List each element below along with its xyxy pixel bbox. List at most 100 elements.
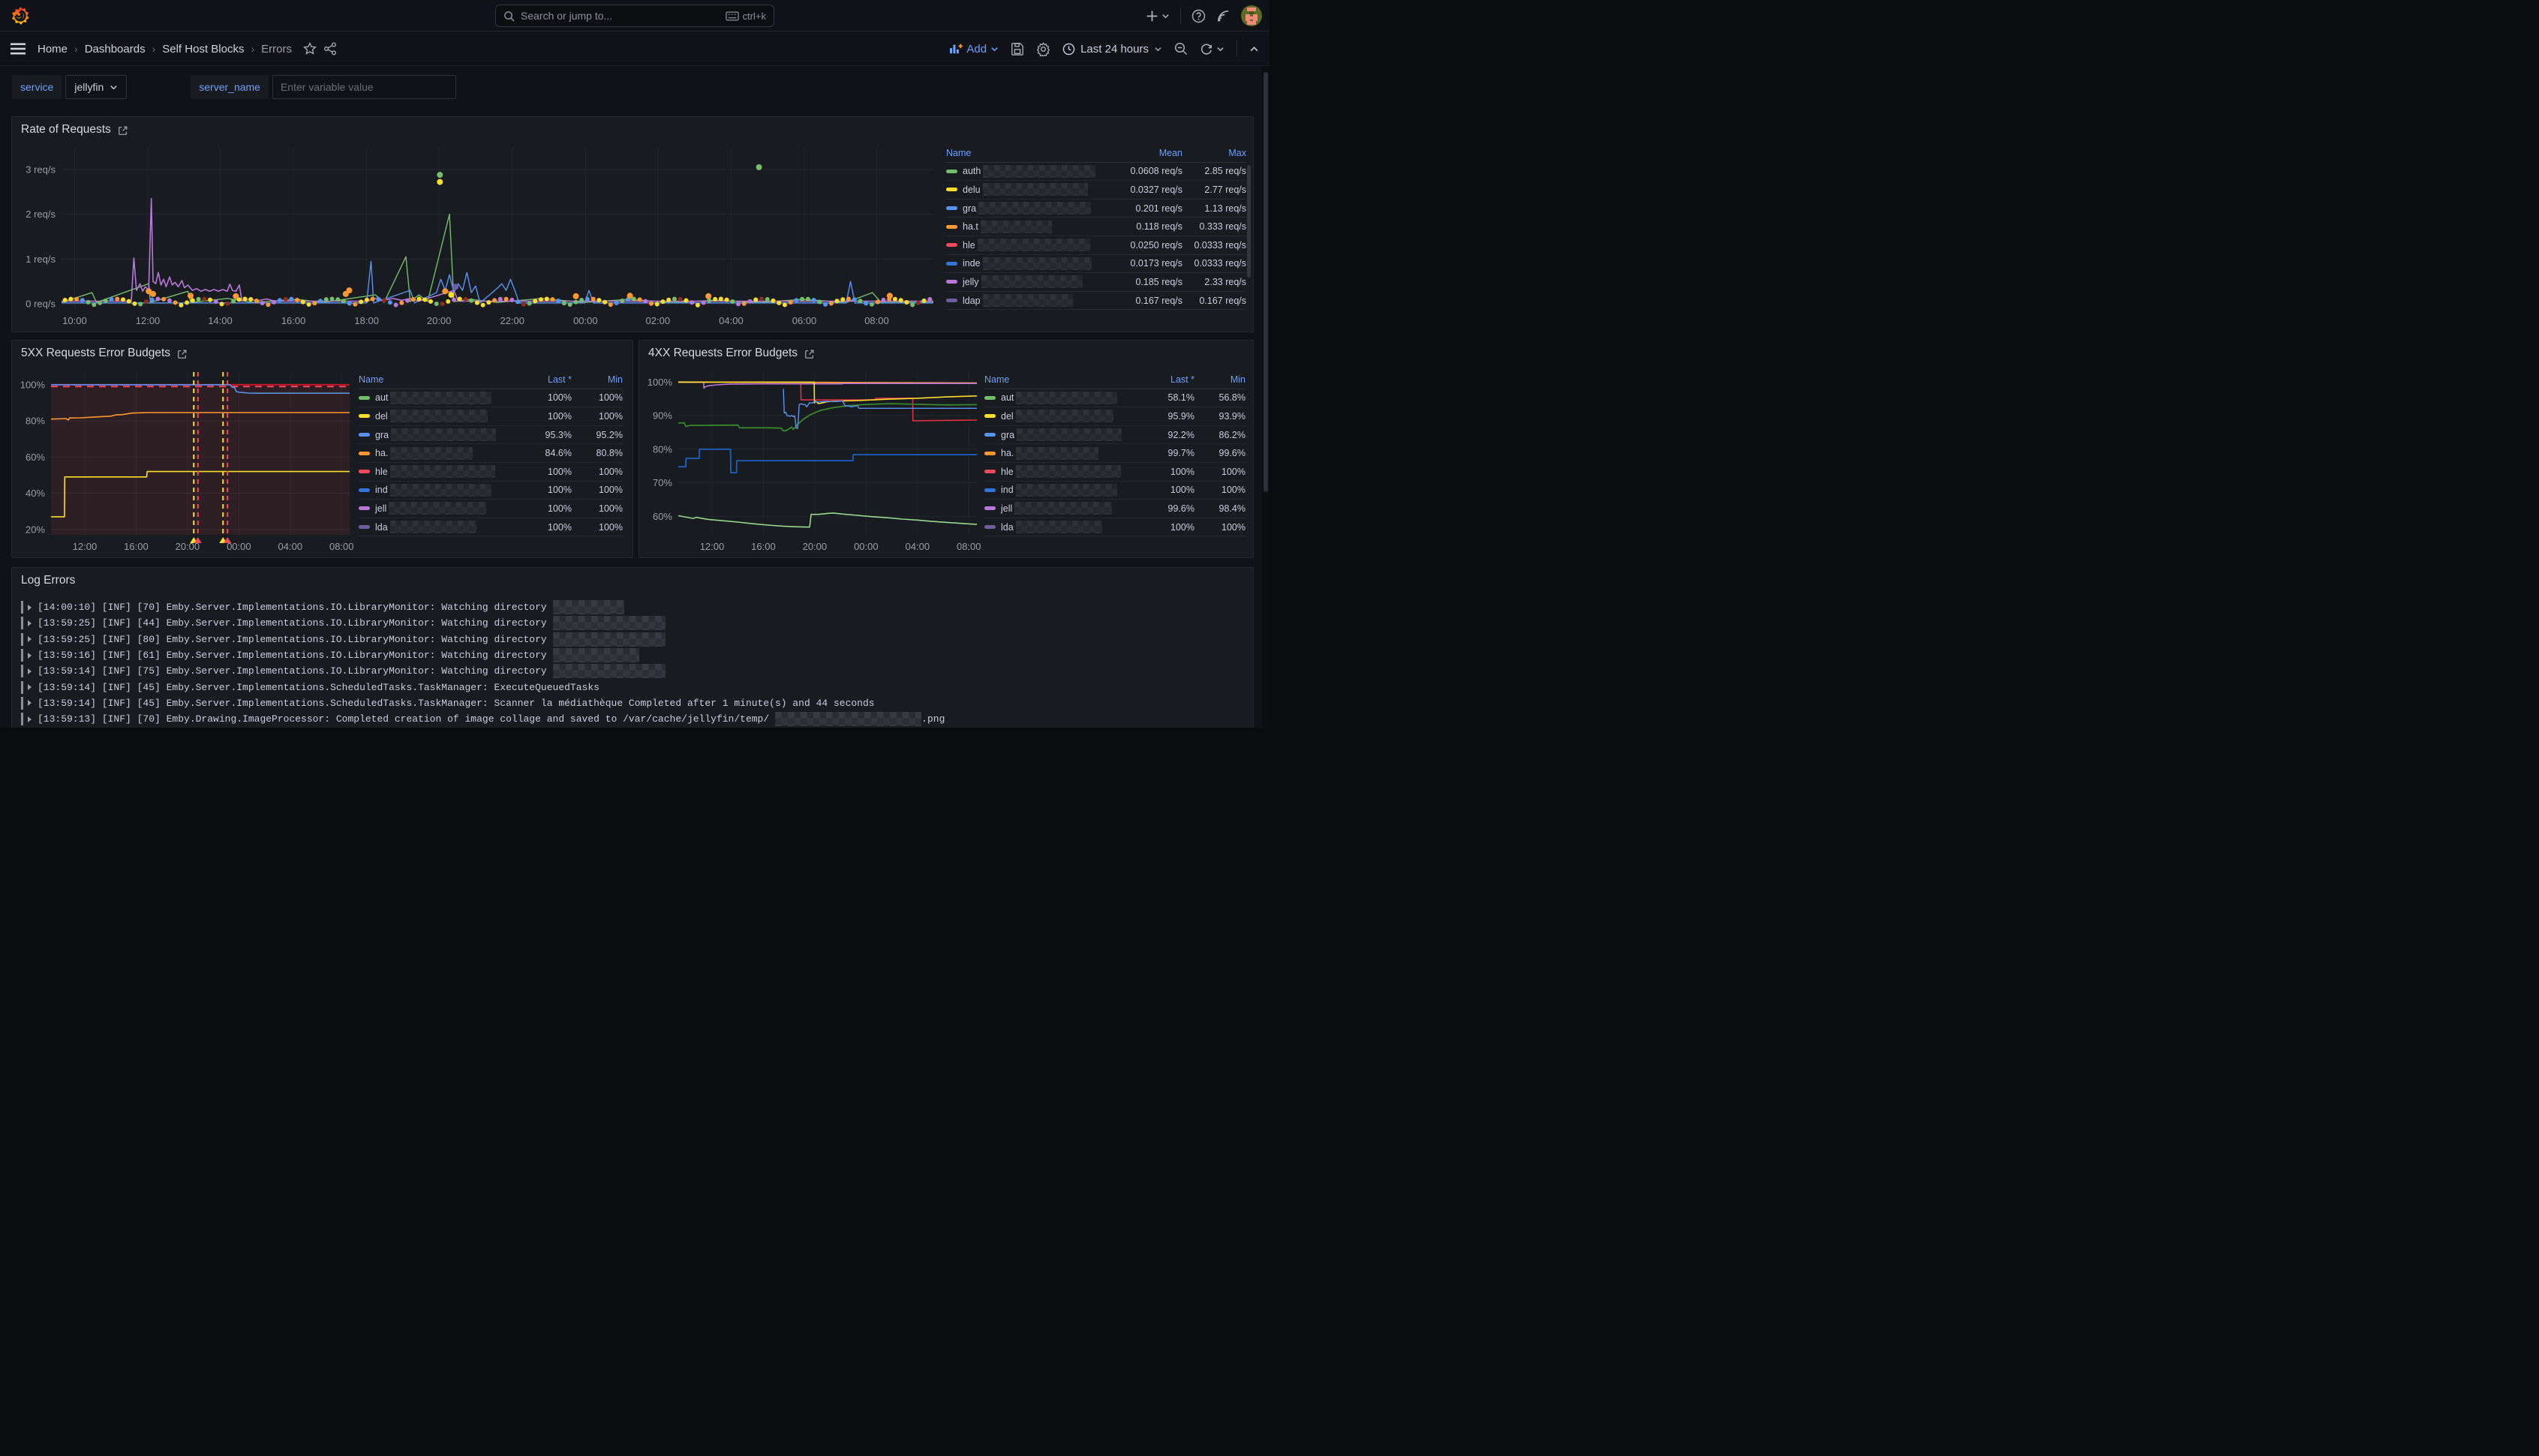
log-row[interactable]: [14:00:10] [INF] [70] Emby.Server.Implem… bbox=[21, 599, 1244, 615]
scatter-dot bbox=[579, 298, 584, 302]
time-range-picker[interactable]: Last 24 hours bbox=[1062, 43, 1162, 56]
zoom-out-button[interactable] bbox=[1174, 42, 1188, 56]
legend-col-last[interactable]: Last * bbox=[1140, 374, 1194, 385]
panel-header[interactable]: Rate of Requests bbox=[12, 117, 1253, 137]
legend-row[interactable]: hle100%100% bbox=[359, 463, 623, 482]
legend-col-last[interactable]: Last * bbox=[518, 374, 572, 385]
save-dashboard-button[interactable] bbox=[1011, 42, 1024, 56]
scatter-dot bbox=[359, 299, 363, 304]
external-link-icon[interactable] bbox=[177, 349, 188, 359]
log-row[interactable]: [13:59:14] [INF] [45] Emby.Server.Implem… bbox=[21, 695, 1244, 711]
legend-row[interactable]: aut58.1%56.8% bbox=[984, 389, 1245, 408]
panel-header[interactable]: 5XX Requests Error Budgets bbox=[12, 341, 632, 360]
rate-of-requests-svg[interactable]: 10:0012:0014:0016:0018:0020:0022:0000:00… bbox=[17, 141, 938, 329]
legend-row[interactable]: hle0.0250 req/s0.0333 req/s bbox=[946, 236, 1246, 255]
variable-input-server-name[interactable] bbox=[272, 75, 456, 99]
scatter-dot bbox=[713, 297, 717, 302]
err-5xx-chart[interactable]: 12:0016:0020:0000:0004:0008:0020%40%60%8… bbox=[15, 365, 354, 554]
log-expand-icon[interactable] bbox=[28, 636, 32, 642]
legend-row[interactable]: jell100%100% bbox=[359, 500, 623, 518]
legend-row[interactable]: hle100%100% bbox=[984, 463, 1245, 482]
panel-title[interactable]: 4XX Requests Error Budgets bbox=[648, 347, 798, 360]
variable-select-service[interactable]: jellyfin bbox=[65, 75, 127, 99]
err-budget-4xx-svg[interactable]: 12:0016:0020:0000:0004:0008:0060%70%80%9… bbox=[642, 365, 981, 554]
refresh-button[interactable] bbox=[1200, 42, 1224, 56]
scatter-dot bbox=[318, 299, 323, 303]
legend-col-name[interactable]: Name bbox=[359, 374, 383, 385]
legend-row[interactable]: lda100%100% bbox=[984, 518, 1245, 537]
legend-row[interactable]: gra92.2%86.2% bbox=[984, 426, 1245, 445]
breadcrumb-folder[interactable]: Self Host Blocks bbox=[162, 43, 244, 56]
log-expand-icon[interactable] bbox=[28, 620, 32, 626]
legend-row[interactable]: ind100%100% bbox=[359, 482, 623, 500]
panel-title[interactable]: Rate of Requests bbox=[21, 123, 111, 137]
scatter-dot bbox=[643, 299, 648, 304]
log-row[interactable]: [13:59:13] [INF] [70] Emby.Drawing.Image… bbox=[21, 711, 1244, 727]
share-button[interactable] bbox=[323, 42, 337, 56]
panel-title[interactable]: Log Errors bbox=[21, 574, 75, 587]
legend-row[interactable]: del100%100% bbox=[359, 407, 623, 426]
external-link-icon[interactable] bbox=[804, 349, 815, 359]
panel-header[interactable]: 4XX Requests Error Budgets bbox=[639, 341, 1253, 360]
page-scrollbar[interactable] bbox=[1262, 66, 1270, 728]
news-button[interactable] bbox=[1216, 9, 1230, 23]
log-expand-icon[interactable] bbox=[28, 700, 32, 706]
new-button[interactable] bbox=[1146, 10, 1170, 23]
panel-header[interactable]: Log Errors bbox=[12, 568, 1253, 587]
log-row[interactable]: [13:59:25] [INF] [80] Emby.Server.Implem… bbox=[21, 632, 1244, 647]
legend-row[interactable]: auth0.0608 req/s2.85 req/s bbox=[946, 163, 1246, 182]
log-expand-icon[interactable] bbox=[28, 605, 32, 611]
legend-row[interactable]: gra95.3%95.2% bbox=[359, 426, 623, 445]
legend-row[interactable]: ha.t0.118 req/s0.333 req/s bbox=[946, 218, 1246, 236]
legend-row[interactable]: ha.99.7%99.6% bbox=[984, 444, 1245, 463]
grafana-logo-icon[interactable] bbox=[11, 6, 30, 26]
panel-title[interactable]: 5XX Requests Error Budgets bbox=[21, 347, 170, 360]
log-expand-icon[interactable] bbox=[28, 668, 32, 674]
legend-row[interactable]: ldap0.167 req/s0.167 req/s bbox=[946, 292, 1246, 311]
data-point-dot bbox=[627, 293, 633, 299]
legend-row[interactable]: jelly0.185 req/s2.33 req/s bbox=[946, 273, 1246, 292]
breadcrumb-dashboards[interactable]: Dashboards bbox=[85, 43, 146, 56]
log-expand-icon[interactable] bbox=[28, 684, 32, 690]
legend-row[interactable]: ind100%100% bbox=[984, 482, 1245, 500]
collapse-toolbar-button[interactable] bbox=[1249, 44, 1259, 54]
log-row[interactable]: [13:59:16] [INF] [61] Emby.Server.Implem… bbox=[21, 647, 1244, 663]
legend-row[interactable]: delu0.0327 req/s2.77 req/s bbox=[946, 181, 1246, 200]
user-avatar[interactable] bbox=[1241, 5, 1262, 26]
search-bar[interactable]: Search or jump to... ctrl+k bbox=[495, 5, 774, 27]
legend-row[interactable]: lda100%100% bbox=[359, 518, 623, 537]
err-4xx-chart[interactable]: 12:0016:0020:0000:0004:0008:0060%70%80%9… bbox=[642, 365, 981, 554]
x-axis-tick: 00:00 bbox=[854, 541, 879, 552]
log-row[interactable]: [13:59:14] [INF] [45] Emby.Server.Implem… bbox=[21, 679, 1244, 695]
legend-col-min[interactable]: Min bbox=[1194, 374, 1245, 385]
log-expand-icon[interactable] bbox=[28, 716, 32, 722]
legend-col-mean[interactable]: Mean bbox=[1111, 148, 1182, 158]
legend-row[interactable]: aut100%100% bbox=[359, 389, 623, 408]
log-row[interactable]: [13:59:25] [INF] [44] Emby.Server.Implem… bbox=[21, 615, 1244, 631]
legend-col-name[interactable]: Name bbox=[984, 374, 1009, 385]
dashboard-settings-button[interactable] bbox=[1036, 42, 1050, 56]
favorite-button[interactable] bbox=[303, 42, 317, 56]
log-expand-icon[interactable] bbox=[28, 653, 32, 659]
legend-col-min[interactable]: Min bbox=[572, 374, 623, 385]
rate-of-requests-chart[interactable]: 10:0012:0014:0016:0018:0020:0022:0000:00… bbox=[17, 141, 938, 329]
legend-row[interactable]: jell99.6%98.4% bbox=[984, 500, 1245, 518]
legend-scrollbar[interactable] bbox=[1247, 165, 1251, 278]
legend-row[interactable]: gra0.201 req/s1.13 req/s bbox=[946, 200, 1246, 218]
log-level-bar bbox=[21, 681, 23, 694]
legend-col-name[interactable]: Name bbox=[946, 148, 971, 158]
page-scrollbar-thumb[interactable] bbox=[1263, 72, 1268, 492]
legend-row[interactable]: ha.84.6%80.8% bbox=[359, 444, 623, 463]
legend-col-max[interactable]: Max bbox=[1182, 148, 1246, 158]
breadcrumb-home[interactable]: Home bbox=[38, 43, 68, 56]
legend-value: 2.85 req/s bbox=[1182, 166, 1246, 176]
mega-menu-toggle[interactable] bbox=[11, 43, 26, 55]
log-row[interactable]: [13:59:14] [INF] [75] Emby.Server.Implem… bbox=[21, 663, 1244, 679]
external-link-icon[interactable] bbox=[118, 125, 128, 136]
help-button[interactable] bbox=[1191, 9, 1206, 23]
chevron-down-icon[interactable] bbox=[1216, 45, 1224, 53]
add-button[interactable]: Add bbox=[949, 43, 999, 56]
err-budget-5xx-svg[interactable]: 12:0016:0020:0000:0004:0008:0020%40%60%8… bbox=[15, 365, 354, 554]
legend-row[interactable]: del95.9%93.9% bbox=[984, 407, 1245, 426]
legend-row[interactable]: inde0.0173 req/s0.0333 req/s bbox=[946, 255, 1246, 274]
